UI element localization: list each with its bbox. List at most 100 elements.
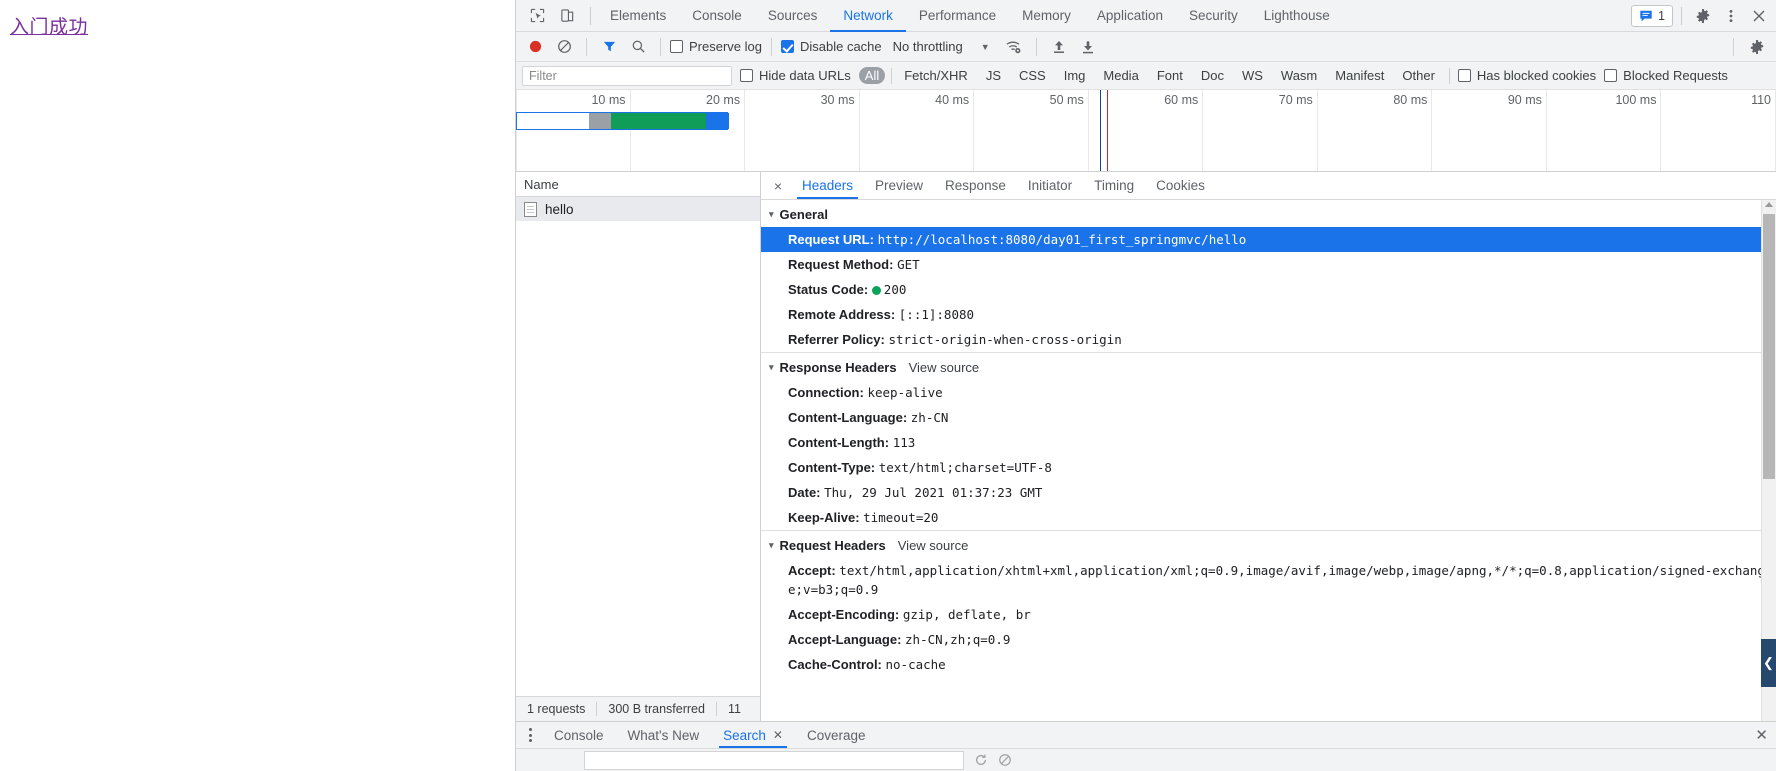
header-key: Content-Length: xyxy=(788,435,893,450)
close-icon[interactable]: ✕ xyxy=(773,728,783,742)
table-row[interactable]: hello xyxy=(516,197,760,221)
tab-lighthouse[interactable]: Lighthouse xyxy=(1251,0,1343,32)
chevron-down-icon: ▾ xyxy=(769,540,774,550)
header-row[interactable]: Connection: keep-alive xyxy=(761,380,1776,405)
network-settings-gear-icon[interactable] xyxy=(1744,35,1770,59)
header-row[interactable]: Keep-Alive: timeout=20 xyxy=(761,505,1776,530)
header-row[interactable]: Accept-Encoding: gzip, deflate, br xyxy=(761,602,1776,627)
header-value: text/html;charset=UTF-8 xyxy=(878,460,1052,475)
blocked-requests-checkbox[interactable]: Blocked Requests xyxy=(1604,68,1728,83)
tab-performance[interactable]: Performance xyxy=(906,0,1009,32)
detail-tab-headers[interactable]: Headers xyxy=(791,172,864,199)
header-row[interactable]: Referrer Policy: strict-origin-when-cros… xyxy=(761,327,1776,352)
scrollbar-thumb[interactable] xyxy=(1763,214,1775,479)
import-har-icon[interactable] xyxy=(1046,35,1072,59)
close-detail-icon[interactable]: × xyxy=(765,172,791,199)
tab-network[interactable]: Network xyxy=(830,0,906,32)
throttling-select[interactable]: No throttling ▼ xyxy=(885,39,990,54)
filter-type-js[interactable]: JS xyxy=(980,67,1007,84)
drawer-tab-coverage[interactable]: Coverage xyxy=(795,722,878,748)
blocked-requests-label: Blocked Requests xyxy=(1623,68,1728,83)
filter-type-ws[interactable]: WS xyxy=(1236,67,1269,84)
disable-cache-checkbox[interactable]: Disable cache xyxy=(780,39,882,54)
message-badge-icon[interactable]: 1 xyxy=(1631,5,1673,27)
filter-type-all[interactable]: All xyxy=(858,67,886,84)
requests-column-header[interactable]: Name xyxy=(516,172,760,197)
filter-type-font[interactable]: Font xyxy=(1151,67,1189,84)
headers-section-title[interactable]: ▾ Response Headers View source xyxy=(761,352,1776,380)
tab-console[interactable]: Console xyxy=(679,0,755,32)
filter-type-other[interactable]: Other xyxy=(1396,67,1441,84)
tab-elements[interactable]: Elements xyxy=(597,0,679,32)
timeline-tick-label: 50 ms xyxy=(1049,93,1084,107)
tab-security[interactable]: Security xyxy=(1176,0,1251,32)
refresh-icon[interactable] xyxy=(974,753,988,767)
search-icon[interactable] xyxy=(625,35,651,59)
header-row[interactable]: Accept-Language: zh-CN,zh;q=0.9 xyxy=(761,627,1776,652)
network-conditions-icon[interactable] xyxy=(1001,35,1027,59)
tab-application[interactable]: Application xyxy=(1084,0,1176,32)
filter-type-fetch-xhr[interactable]: Fetch/XHR xyxy=(898,67,974,84)
headers-section-title[interactable]: ▾ General xyxy=(761,200,1776,227)
header-row[interactable]: Content-Length: 113 xyxy=(761,430,1776,455)
tab-memory[interactable]: Memory xyxy=(1009,0,1084,32)
inspect-element-icon[interactable] xyxy=(524,4,550,28)
preserve-log-checkbox[interactable]: Preserve log xyxy=(670,39,762,54)
filter-type-img[interactable]: Img xyxy=(1058,67,1092,84)
header-row[interactable]: Content-Type: text/html;charset=UTF-8 xyxy=(761,455,1776,480)
filter-input[interactable] xyxy=(522,65,732,86)
filter-type-media[interactable]: Media xyxy=(1097,67,1144,84)
detail-tab-response[interactable]: Response xyxy=(934,172,1017,199)
detail-tab-cookies[interactable]: Cookies xyxy=(1145,172,1216,199)
search-input[interactable] xyxy=(584,750,964,770)
header-row[interactable]: Accept: text/html,application/xhtml+xml,… xyxy=(761,558,1776,602)
page-success-link[interactable]: 入门成功 xyxy=(10,12,88,39)
export-har-icon[interactable] xyxy=(1075,35,1101,59)
hide-data-urls-checkbox[interactable]: Hide data URLs xyxy=(740,68,851,83)
view-source-link[interactable]: View source xyxy=(909,360,980,375)
toolbar-divider xyxy=(1733,37,1734,56)
chevron-down-icon: ▾ xyxy=(769,209,774,219)
checkbox-box xyxy=(780,40,794,53)
header-row[interactable]: Request Method: GET xyxy=(761,252,1776,277)
has-blocked-cookies-checkbox[interactable]: Has blocked cookies xyxy=(1457,68,1596,83)
header-row[interactable]: Cache-Control: no-cache xyxy=(761,652,1776,677)
requests-list: hello xyxy=(516,197,760,696)
more-options-icon[interactable] xyxy=(1718,4,1744,28)
header-row[interactable]: Remote Address: [::1]:8080 xyxy=(761,302,1776,327)
drawer-tab-console[interactable]: Console xyxy=(542,722,616,748)
filter-type-wasm[interactable]: Wasm xyxy=(1275,67,1323,84)
scroll-up-arrow-icon[interactable] xyxy=(1765,202,1773,207)
header-value: zh-CN xyxy=(910,410,949,425)
view-source-link[interactable]: View source xyxy=(898,538,969,553)
clear-button[interactable] xyxy=(551,35,577,59)
more-options-icon[interactable] xyxy=(518,722,542,748)
header-row[interactable]: Date: Thu, 29 Jul 2021 01:37:23 GMT xyxy=(761,480,1776,505)
settings-gear-icon[interactable] xyxy=(1690,4,1716,28)
detail-tab-preview[interactable]: Preview xyxy=(864,172,934,199)
header-row[interactable]: Status Code: 200 xyxy=(761,277,1776,302)
network-overview-timeline[interactable]: 10 ms 20 ms 30 ms 40 ms 50 ms 60 ms 70 ms 80 ms… xyxy=(516,90,1776,172)
headers-section-title[interactable]: ▾ Request Headers View source xyxy=(761,530,1776,558)
clear-icon[interactable] xyxy=(998,753,1012,767)
device-toolbar-icon[interactable] xyxy=(554,4,580,28)
header-row[interactable]: Content-Language: zh-CN xyxy=(761,405,1776,430)
chevron-down-icon: ▼ xyxy=(980,41,990,52)
filter-type-css[interactable]: CSS xyxy=(1013,67,1052,84)
header-row[interactable]: Request URL: http://localhost:8080/day01… xyxy=(761,227,1776,252)
filter-type-doc[interactable]: Doc xyxy=(1195,67,1230,84)
filter-type-manifest[interactable]: Manifest xyxy=(1329,67,1390,84)
devtools-tabbar-actions: 1 xyxy=(1631,0,1772,32)
close-devtools-icon[interactable] xyxy=(1746,4,1772,28)
record-button[interactable] xyxy=(522,35,548,59)
detail-tab-timing[interactable]: Timing xyxy=(1083,172,1145,199)
close-drawer-icon[interactable]: ✕ xyxy=(1755,722,1768,748)
tab-sources[interactable]: Sources xyxy=(755,0,831,32)
tab-label: Coverage xyxy=(806,727,866,743)
drawer-tab-whats-new[interactable]: What's New xyxy=(616,722,712,748)
detail-tab-initiator[interactable]: Initiator xyxy=(1017,172,1083,199)
drawer-tab-search[interactable]: Search ✕ xyxy=(711,722,795,748)
collapse-sidebar-button[interactable]: ❮ xyxy=(1761,639,1776,687)
devtools-panel: Elements Console Sources Network Perform… xyxy=(516,0,1776,771)
filter-icon[interactable] xyxy=(596,35,622,59)
